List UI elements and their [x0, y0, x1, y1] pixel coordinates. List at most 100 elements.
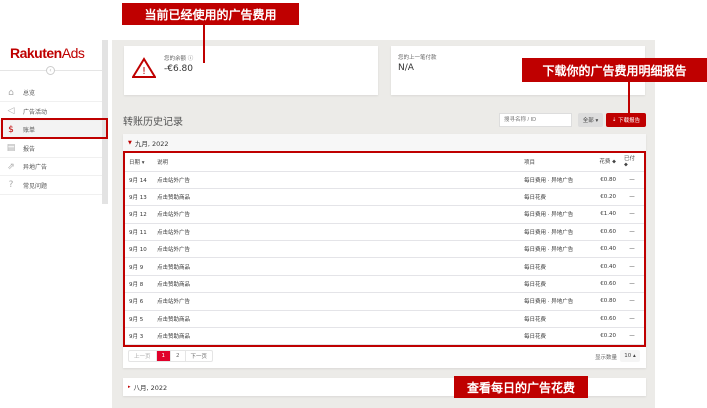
cell-date: 9月 13 — [125, 188, 153, 207]
cell-spend: €0.40 — [590, 257, 620, 276]
cell-date: 9月 3 — [125, 327, 153, 346]
callout-spent-line — [203, 25, 205, 63]
history-title: 转账历史记录 — [123, 117, 183, 128]
cell-item: 每日花费 — [520, 327, 590, 346]
cell-item: 每日费用 · 异地广告 — [520, 171, 590, 189]
caret-down-icon: ▼ — [128, 139, 132, 146]
cell-date: 9月 9 — [125, 257, 153, 276]
sidebar-item-5[interactable]: ? 常见问题 — [0, 177, 102, 195]
page-size-select[interactable]: 10 ▴ — [620, 350, 640, 362]
cell-desc: 点击赞助商品 — [153, 310, 520, 329]
collapse-sidebar-icon[interactable]: ‹ — [46, 66, 55, 75]
cell-paid: — — [620, 327, 644, 346]
cell-date: 9月 10 — [125, 240, 153, 259]
callout-download: 下载你的广告费用明细报告 — [522, 58, 707, 82]
question-icon: ? — [8, 180, 14, 190]
external-link-icon: ⇗ — [7, 161, 15, 172]
cell-date: 9月 12 — [125, 205, 153, 224]
table-row: 9月 14 点击站外广告 每日费用 · 异地广告 €0.80— — [125, 171, 644, 189]
next-page-button[interactable]: 下一页 — [186, 351, 213, 361]
cell-spend: €0.80 — [590, 171, 620, 189]
table-row: 9月 10 点击站外广告 每日费用 · 异地广告 €0.40— — [125, 240, 644, 259]
table-row: 9月 5 点击赞助商品 每日花费 €0.60— — [125, 310, 644, 329]
cell-item: 每日花费 — [520, 310, 590, 329]
cell-item: 每日花费 — [520, 188, 590, 207]
cell-desc: 点击站外广告 — [153, 205, 520, 224]
cell-paid: — — [620, 240, 644, 259]
table-row: 9月 9 点击赞助商品 每日花费 €0.40— — [125, 257, 644, 276]
cell-item: 每日费用 · 异地广告 — [520, 205, 590, 224]
cell-paid: — — [620, 257, 644, 276]
cell-paid: — — [620, 205, 644, 224]
month-section-september: ▼ 九月, 2022 日期 ▾ 说明 项目 花费 ⬥ 已付 ⬥ 9月 14 点击站外广告 每日… — [123, 134, 646, 368]
balance-value: -€6.80 — [164, 64, 194, 74]
cell-desc: 点击站外广告 — [153, 223, 520, 242]
sidebar-item-0[interactable]: ⌂ 总览 — [0, 84, 102, 102]
cell-item: 每日费用 · 异地广告 — [520, 292, 590, 311]
sidebar-item-3[interactable]: ▤ 报告 — [0, 140, 102, 158]
cell-date: 9月 8 — [125, 275, 153, 294]
transactions-table: 日期 ▾ 说明 项目 花费 ⬥ 已付 ⬥ 9月 14 点击站外广告 每日费用 · 异地广告 €… — [123, 151, 646, 348]
cell-desc: 点击赞助商品 — [153, 275, 520, 294]
prev-page-button[interactable]: 上一页 — [129, 351, 157, 361]
cell-item: 每日花费 — [520, 257, 590, 276]
table-row: 9月 6 点击站外广告 每日费用 · 异地广告 €0.80— — [125, 292, 644, 311]
cell-paid: — — [620, 310, 644, 329]
rakuten-ads-logo: RakutenAds — [10, 45, 85, 61]
callout-spent: 当前已经使用的广告费用 — [122, 3, 299, 25]
warning-icon: ! — [132, 57, 156, 78]
caret-right-icon: ▸ — [128, 384, 131, 390]
cell-date: 9月 5 — [125, 310, 153, 329]
page-size-label: 显示数量 — [595, 355, 618, 361]
callout-daily: 查看每日的广告花费 — [454, 376, 588, 398]
last-payment-label: 您的上一笔付款 — [398, 55, 437, 61]
search-input[interactable] — [499, 113, 572, 127]
highlight-billing — [1, 118, 108, 139]
megaphone-icon: ◁ — [7, 106, 15, 116]
table-row: 9月 13 点击赞助商品 每日花费 €0.20— — [125, 188, 644, 207]
column-header-2[interactable]: 项目 — [520, 153, 590, 172]
cell-item: 每日费用 · 异地广告 — [520, 240, 590, 259]
document-icon: ▤ — [6, 143, 16, 153]
column-header-3[interactable]: 花费 ⬥ — [590, 153, 620, 172]
pagination: 上一页 1 2 下一页 — [128, 350, 214, 362]
cell-spend: €0.40 — [590, 240, 620, 259]
cell-item: 每日花费 — [520, 275, 590, 294]
sidebar-item-4[interactable]: ⇗ 异地广告 — [0, 158, 102, 176]
page-1-button[interactable]: 1 — [156, 351, 172, 361]
cell-spend: €0.20 — [590, 327, 620, 346]
cell-paid: — — [620, 171, 644, 189]
balance-card: ! 您的余额 ⓘ -€6.80 — [124, 46, 378, 95]
month-header[interactable]: ▼ 九月, 2022 — [123, 134, 646, 151]
cell-date: 9月 14 — [125, 171, 153, 189]
home-icon: ⌂ — [8, 87, 14, 98]
page-2-button[interactable]: 2 — [171, 351, 186, 361]
cell-item: 每日费用 · 异地广告 — [520, 223, 590, 242]
column-header-4[interactable]: 已付 ⬥ — [620, 153, 644, 172]
cell-desc: 点击站外广告 — [153, 292, 520, 311]
cell-spend: €0.60 — [590, 275, 620, 294]
cell-paid: — — [620, 223, 644, 242]
cell-paid: — — [620, 188, 644, 207]
cell-spend: €0.60 — [590, 310, 620, 329]
column-header-0[interactable]: 日期 ▾ — [125, 153, 153, 172]
callout-download-line — [628, 82, 630, 113]
cell-spend: €0.60 — [590, 223, 620, 242]
table-row: 9月 11 点击站外广告 每日费用 · 异地广告 €0.60— — [125, 223, 644, 242]
cell-desc: 点击站外广告 — [153, 240, 520, 259]
cell-desc: 点击赞助商品 — [153, 327, 520, 346]
cell-paid: — — [620, 275, 644, 294]
cell-spend: €0.80 — [590, 292, 620, 311]
download-report-button[interactable]: ⇣ 下载报告 — [606, 113, 646, 127]
last-payment-value: N/A — [398, 63, 414, 73]
cell-spend: €1.40 — [590, 205, 620, 224]
table-row: 9月 12 点击站外广告 每日费用 · 异地广告 €1.40— — [125, 205, 644, 224]
table-row: 9月 3 点击赞助商品 每日花费 €0.20— — [125, 327, 644, 346]
filter-dropdown[interactable]: 全部 ▾ — [578, 113, 603, 127]
cell-date: 9月 11 — [125, 223, 153, 242]
column-header-1[interactable]: 说明 — [153, 153, 520, 172]
table-row: 9月 8 点击赞助商品 每日花费 €0.60— — [125, 275, 644, 294]
svg-text:!: ! — [142, 66, 146, 77]
cell-desc: 点击赞助商品 — [153, 257, 520, 276]
cell-spend: €0.20 — [590, 188, 620, 207]
